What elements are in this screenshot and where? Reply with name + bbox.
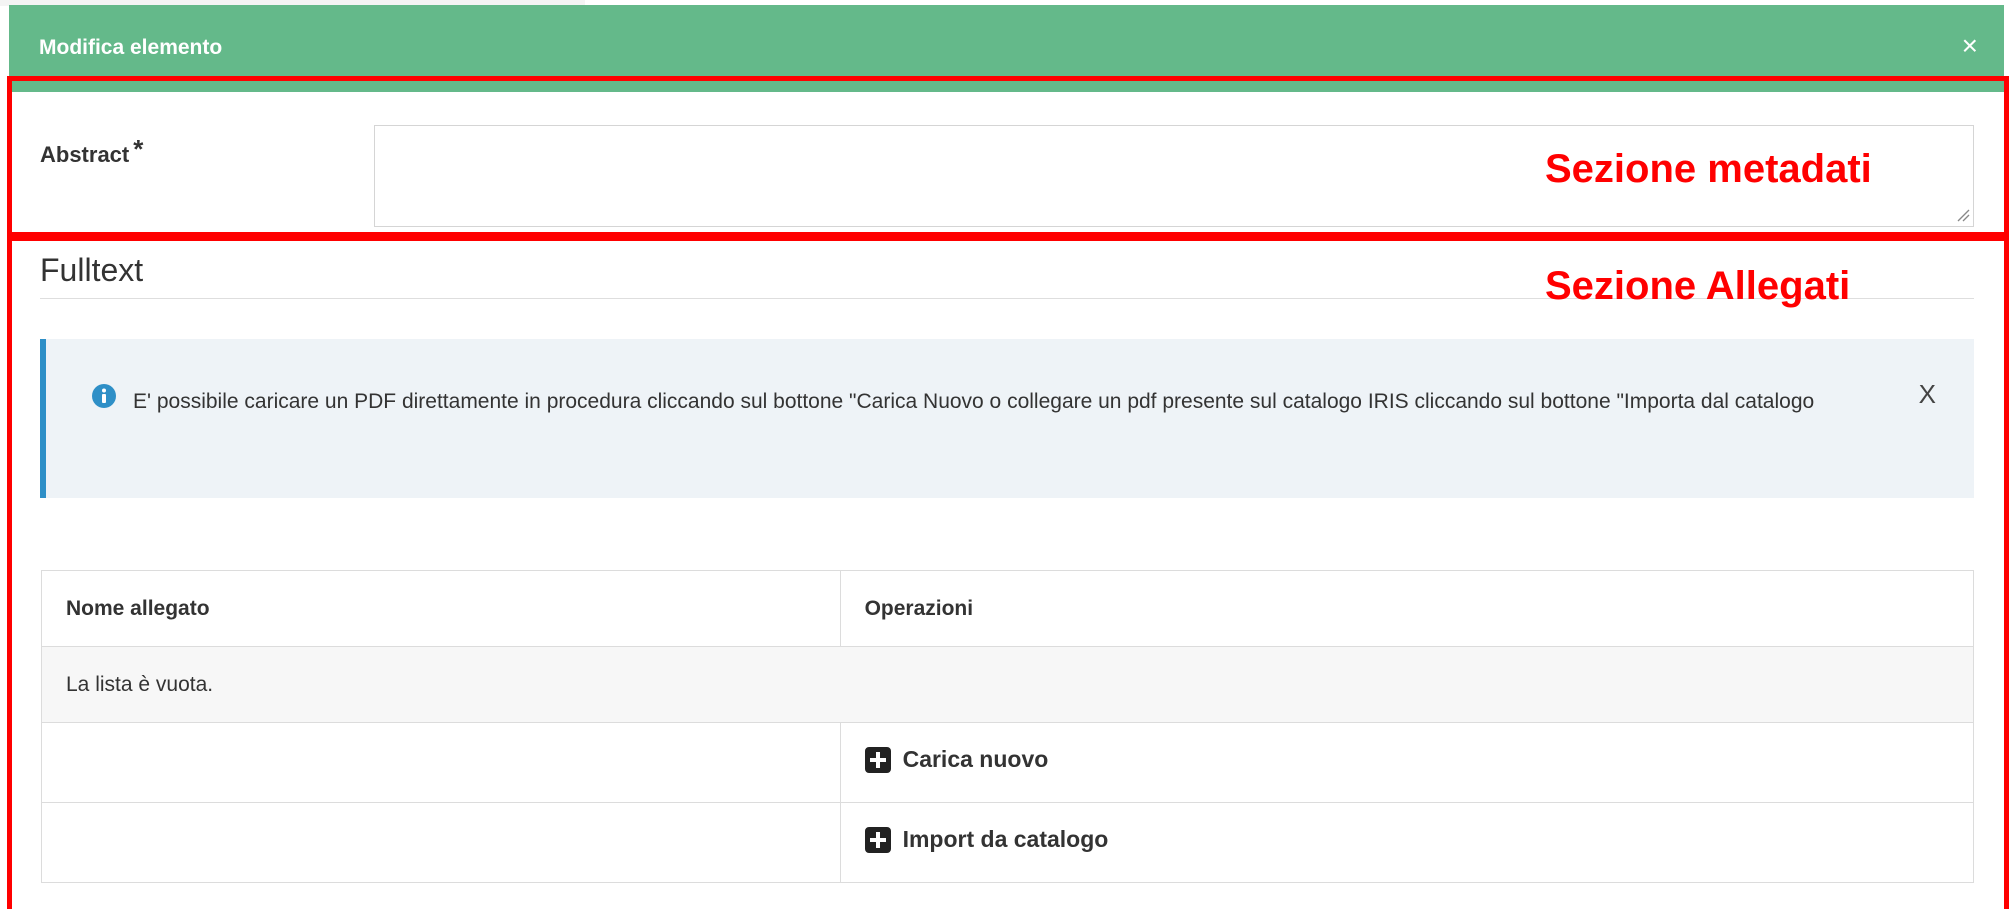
abstract-label-text: Abstract	[40, 142, 130, 167]
info-close-icon[interactable]: X	[1919, 379, 1936, 410]
modal-title: Modifica elemento	[39, 36, 223, 59]
plus-square-icon	[864, 826, 891, 853]
resize-handle-icon[interactable]	[1956, 208, 1970, 222]
attachments-section-label: Sezione Allegati	[1545, 264, 1851, 308]
modal-header: Modifica elemento ×	[9, 5, 2004, 92]
table-cell-action: Import da catalogo	[839, 802, 1975, 883]
info-message: E' possibile caricare un PDF direttament…	[133, 390, 1815, 413]
metadata-section-label: Sezione metadati	[1545, 147, 1872, 191]
table-cell-action: Carica nuovo	[839, 722, 1975, 803]
plus-square-icon	[864, 746, 891, 773]
table-header-row: Nome allegato Operazioni	[41, 570, 1975, 647]
column-header-name: Nome allegato	[41, 570, 841, 647]
empty-row: La lista è vuota.	[41, 646, 1974, 723]
close-icon[interactable]: ×	[1962, 32, 1978, 60]
abstract-label: Abstract *	[40, 134, 143, 169]
table-cell-empty	[41, 802, 841, 883]
fulltext-section-title: Fulltext	[40, 252, 144, 288]
import-from-catalog-button[interactable]: Import da catalogo	[864, 826, 1109, 853]
column-header-operations: Operazioni	[839, 570, 1975, 647]
import-from-catalog-label: Import da catalogo	[902, 826, 1109, 853]
required-mark: *	[133, 134, 144, 164]
info-alert: E' possibile caricare un PDF direttament…	[40, 339, 1974, 498]
upload-new-label: Carica nuovo	[902, 746, 1049, 773]
table-row: Carica nuovo	[41, 722, 1975, 803]
attachments-table: Nome allegato Operazioni La lista è vuot…	[41, 570, 1975, 883]
upload-new-button[interactable]: Carica nuovo	[864, 746, 1049, 773]
table-row: Import da catalogo	[41, 802, 1975, 883]
empty-message: La lista è vuota.	[41, 646, 1974, 723]
table-cell-empty	[41, 722, 841, 803]
